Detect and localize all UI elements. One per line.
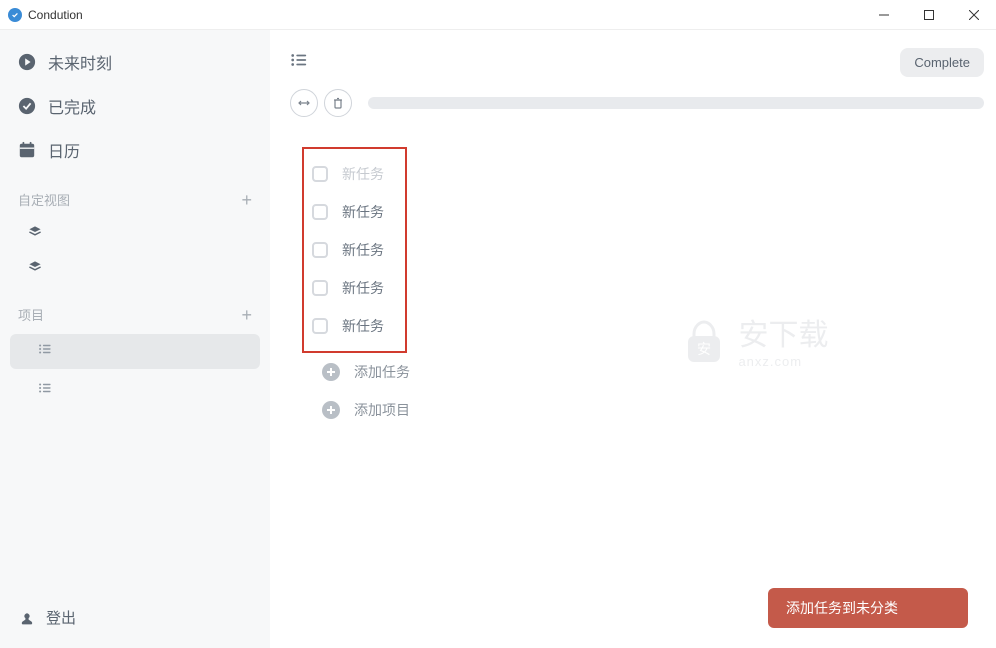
app-title: Condution: [28, 8, 83, 22]
section-label: 自定视图: [18, 190, 70, 209]
add-task-button[interactable]: 添加任务: [302, 353, 984, 391]
add-subproject-label: 添加项目: [354, 400, 410, 420]
custom-view-header: 自定视图 +: [0, 182, 270, 217]
project-heading-icon: [290, 51, 308, 74]
add-custom-view-button[interactable]: +: [241, 191, 252, 209]
task-label: 新任务: [342, 278, 384, 298]
project-item[interactable]: [10, 334, 260, 369]
logout-icon: [18, 609, 36, 627]
section-label: 项目: [18, 305, 44, 324]
task-checkbox[interactable]: [312, 280, 328, 296]
delete-button[interactable]: [324, 89, 352, 117]
close-button[interactable]: [951, 0, 996, 30]
window-controls: [861, 0, 996, 30]
nav-completed[interactable]: 已完成: [0, 84, 270, 128]
nav-label: 已完成: [48, 94, 96, 118]
topbar: Complete: [290, 48, 984, 77]
minimize-button[interactable]: [861, 0, 906, 30]
highlight-annotation: 新任务 新任务 新任务 新任务 新任务: [302, 147, 407, 353]
task-row[interactable]: 新任务: [304, 269, 401, 307]
custom-view-item[interactable]: [0, 217, 270, 252]
nav-calendar[interactable]: 日历: [0, 128, 270, 172]
task-row[interactable]: 新任务: [304, 307, 401, 345]
plus-circle-icon: [322, 401, 340, 419]
toggle-sequential-button[interactable]: [290, 89, 318, 117]
projects-header: 项目 +: [0, 297, 270, 332]
sidebar: 未来时刻 已完成 日历 自定视图 + 项目 +: [0, 30, 270, 648]
add-task-label: 添加任务: [354, 362, 410, 382]
layers-icon: [28, 260, 42, 274]
task-checkbox[interactable]: [312, 242, 328, 258]
toolbar-row: [290, 89, 984, 117]
custom-view-item[interactable]: [0, 252, 270, 287]
titlebar: Condution: [0, 0, 996, 30]
task-row[interactable]: 新任务: [304, 193, 401, 231]
list-icon: [38, 381, 52, 395]
add-subproject-button[interactable]: 添加项目: [302, 391, 984, 429]
nav-label: 日历: [48, 138, 80, 162]
project-item[interactable]: [10, 373, 260, 408]
task-row[interactable]: 新任务: [304, 231, 401, 269]
app-icon: [8, 8, 22, 22]
task-checkbox[interactable]: [312, 204, 328, 220]
task-label: 新任务: [342, 164, 384, 184]
task-list: 新任务 新任务 新任务 新任务 新任务 添加任务 添加项目: [290, 147, 984, 429]
main-pane: Complete 新任务 新任务 新任务 新任务 新任务 添加任务 添加项目: [270, 30, 996, 648]
list-icon: [38, 342, 52, 356]
complete-button[interactable]: Complete: [900, 48, 984, 77]
maximize-button[interactable]: [906, 0, 951, 30]
nav-label: 未来时刻: [48, 50, 112, 74]
plus-circle-icon: [322, 363, 340, 381]
progress-bar: [368, 97, 984, 109]
task-row[interactable]: 新任务: [304, 155, 401, 193]
add-project-button[interactable]: +: [241, 306, 252, 324]
layers-icon: [28, 225, 42, 239]
task-checkbox[interactable]: [312, 166, 328, 182]
task-checkbox[interactable]: [312, 318, 328, 334]
toast-notification[interactable]: 添加任务到未分类: [768, 588, 968, 628]
task-label: 新任务: [342, 316, 384, 336]
list-icon: [290, 51, 308, 69]
logout-button[interactable]: 登出: [0, 597, 270, 638]
calendar-icon: [18, 141, 36, 159]
task-label: 新任务: [342, 240, 384, 260]
play-circle-icon: [18, 53, 36, 71]
logout-label: 登出: [46, 607, 76, 628]
nav-upcoming[interactable]: 未来时刻: [0, 40, 270, 84]
task-label: 新任务: [342, 202, 384, 222]
check-circle-icon: [18, 97, 36, 115]
